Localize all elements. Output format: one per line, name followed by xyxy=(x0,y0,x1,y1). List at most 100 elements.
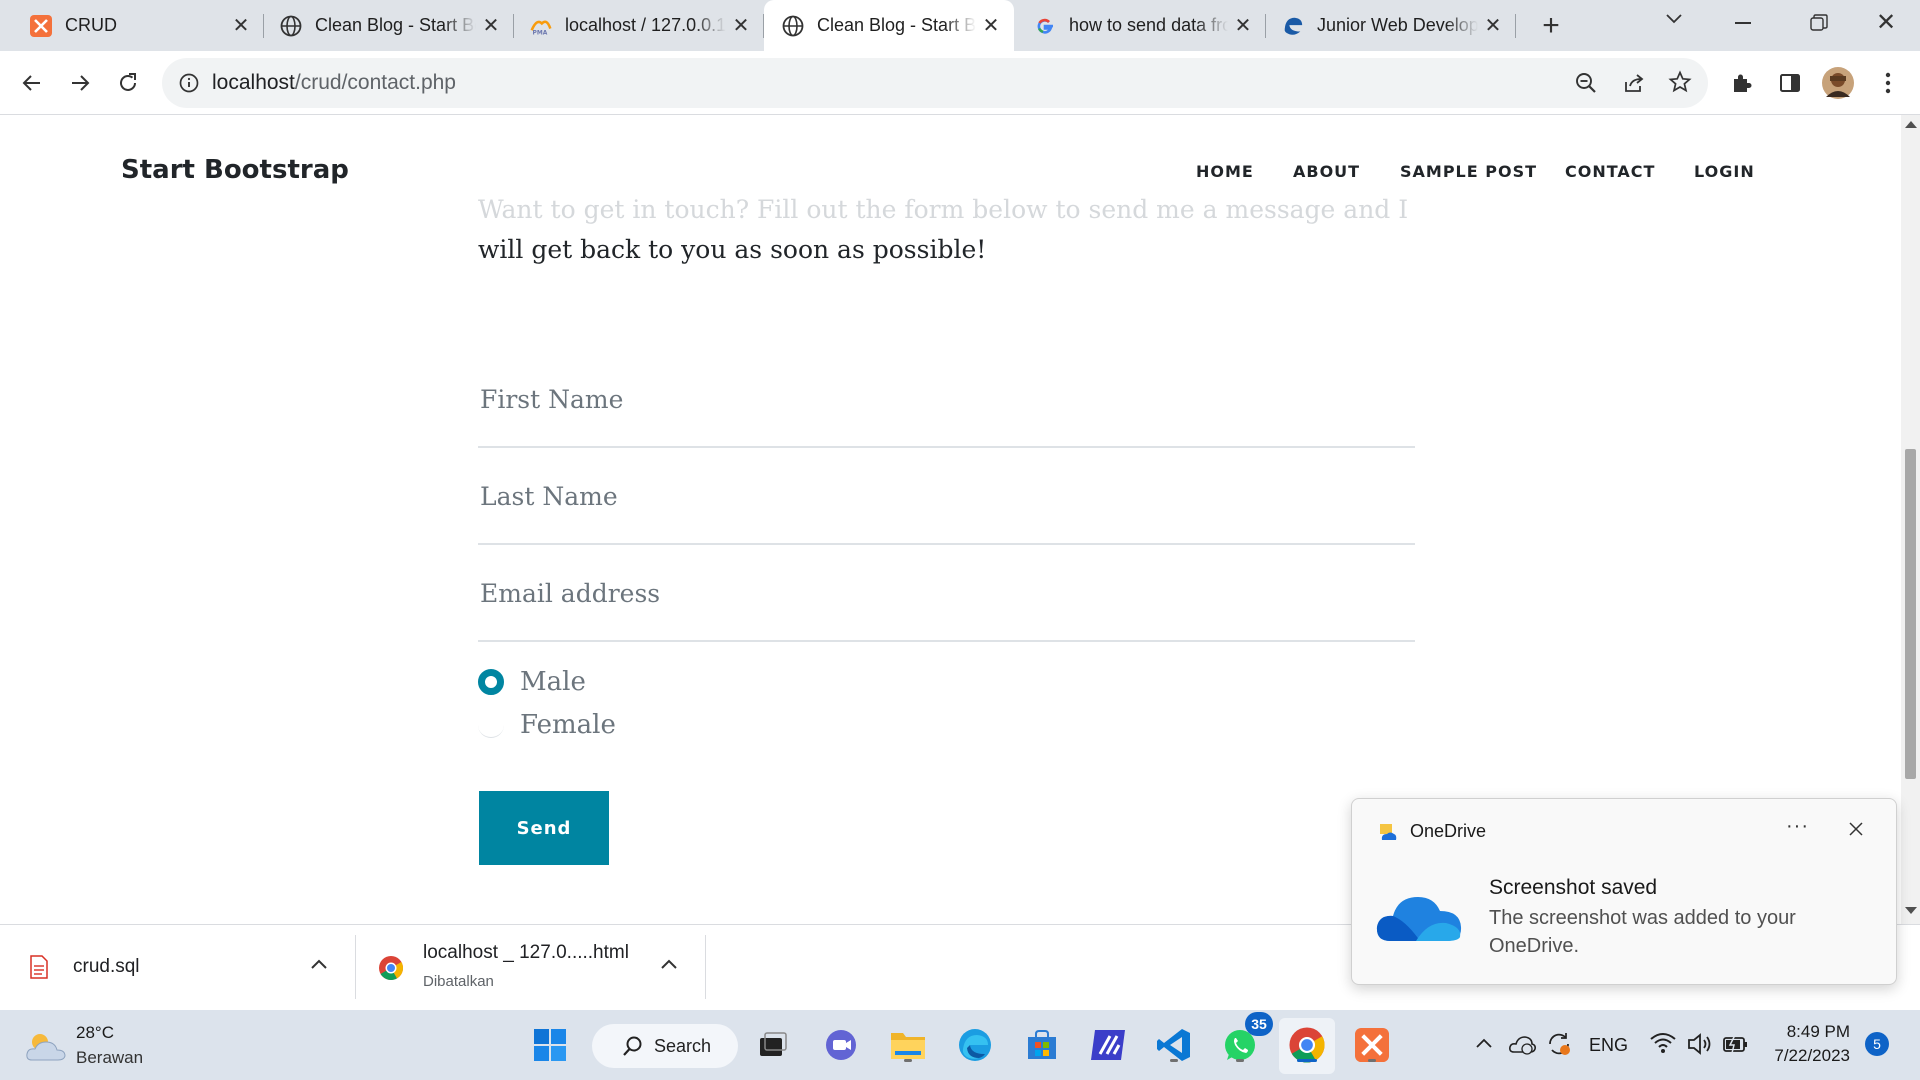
close-tab-icon[interactable]: ✕ xyxy=(1478,13,1508,38)
clock-date[interactable]: 7/22/2023 xyxy=(1760,1046,1850,1066)
restore-button[interactable] xyxy=(1810,14,1828,37)
scroll-down-icon[interactable] xyxy=(1905,907,1917,914)
microsoft-store-icon[interactable] xyxy=(1021,1024,1063,1066)
file-icon xyxy=(30,955,48,984)
scroll-up-icon[interactable] xyxy=(1905,121,1917,128)
vscode-icon[interactable] xyxy=(1153,1024,1195,1066)
download-item-crud-sql[interactable]: crud.sql xyxy=(0,925,355,1011)
running-indicator xyxy=(1236,1059,1244,1062)
email-field[interactable] xyxy=(478,546,1415,642)
page-scrollbar[interactable] xyxy=(1901,115,1920,924)
tab-phpmyadmin[interactable]: PMA localhost / 127.0.0.1 ✕ xyxy=(514,0,764,51)
taskbar-search-box[interactable]: Search xyxy=(592,1024,738,1068)
tab-title: Junior Web Developer xyxy=(1317,15,1478,35)
profile-avatar[interactable] xyxy=(1818,63,1858,103)
battery-icon[interactable] xyxy=(1722,1033,1750,1060)
female-label: Female xyxy=(520,710,616,740)
notification-center-badge[interactable]: 5 xyxy=(1865,1032,1889,1056)
tab-clean-blog-1[interactable]: Clean Blog - Start Bootstrap ✕ xyxy=(264,0,514,51)
search-label: Search xyxy=(654,1035,712,1056)
download-status: Dibatalkan xyxy=(423,973,494,990)
chevron-up-icon[interactable] xyxy=(660,954,678,977)
chrome-icon xyxy=(378,955,404,986)
new-tab-button[interactable]: + xyxy=(1534,9,1568,43)
toast-app-name: OneDrive xyxy=(1410,821,1487,841)
email-input[interactable] xyxy=(478,546,1415,640)
show-hidden-icons-chevron-icon[interactable] xyxy=(1474,1036,1494,1055)
male-label: Male xyxy=(520,667,586,697)
extensions-puzzle-icon[interactable] xyxy=(1722,63,1762,103)
close-tab-icon[interactable]: ✕ xyxy=(726,13,756,38)
bookmark-star-icon[interactable] xyxy=(1668,70,1692,99)
onedrive-notification[interactable]: OneDrive ··· Screenshot saved The screen… xyxy=(1351,798,1897,985)
nav-sample-post[interactable]: SAMPLE POST xyxy=(1400,162,1537,181)
phpmyadmin-icon: PMA xyxy=(530,15,552,37)
close-tab-icon[interactable]: ✕ xyxy=(976,13,1006,38)
nav-home[interactable]: HOME xyxy=(1196,162,1254,181)
scrollbar-thumb[interactable] xyxy=(1905,449,1916,779)
wifi-icon[interactable] xyxy=(1650,1032,1676,1059)
url-path: /crud/contact.php xyxy=(294,71,456,94)
download-item-localhost-html[interactable]: localhost _ 127.0.....html Dibatalkan xyxy=(356,925,705,1011)
running-indicator xyxy=(1297,1059,1317,1062)
close-tab-icon[interactable]: ✕ xyxy=(476,13,506,38)
send-button[interactable]: Send xyxy=(479,791,609,865)
tab-title: CRUD xyxy=(65,15,117,35)
zoom-icon[interactable] xyxy=(1574,71,1598,100)
weather-cloud-icon[interactable] xyxy=(26,1030,66,1067)
gender-option-male[interactable]: Male xyxy=(478,667,586,697)
close-icon[interactable] xyxy=(1848,821,1864,842)
tab-title: Clean Blog - Start Bootstrap xyxy=(817,15,976,35)
visual-studio-app-icon[interactable] xyxy=(1088,1024,1130,1066)
tab-title: localhost / 127.0.0.1 xyxy=(565,15,726,35)
download-filename: crud.sql xyxy=(73,956,140,977)
nav-contact[interactable]: CONTACT xyxy=(1565,162,1655,181)
onedrive-tray-icon[interactable] xyxy=(1508,1032,1536,1061)
close-window-button[interactable]: ✕ xyxy=(1876,8,1896,37)
url-text: localhost/crud/contact.php xyxy=(212,71,456,95)
nav-login[interactable]: LOGIN xyxy=(1694,162,1755,181)
close-tab-icon[interactable]: ✕ xyxy=(226,13,256,38)
tab-junior-web-developer[interactable]: Junior Web Developer ✕ xyxy=(1266,0,1516,51)
gender-option-female[interactable]: Female xyxy=(478,710,616,740)
tab-clean-blog-active[interactable]: Clean Blog - Start Bootstrap ✕ xyxy=(764,0,1014,51)
reload-button[interactable] xyxy=(108,63,148,103)
side-panel-icon[interactable] xyxy=(1770,63,1810,103)
search-icon xyxy=(623,1036,642,1056)
chrome-taskbar-icon[interactable] xyxy=(1286,1024,1328,1066)
first-name-field[interactable] xyxy=(478,352,1415,448)
clock-time[interactable]: 8:49 PM xyxy=(1770,1022,1850,1042)
last-name-input[interactable] xyxy=(478,449,1415,543)
sync-tray-icon[interactable] xyxy=(1545,1030,1573,1063)
browser-menu-icon[interactable] xyxy=(1868,63,1908,103)
file-explorer-icon[interactable] xyxy=(887,1024,929,1066)
edge-icon[interactable] xyxy=(954,1024,996,1066)
male-radio[interactable] xyxy=(478,669,504,695)
tab-crud[interactable]: CRUD ✕ xyxy=(0,0,264,51)
chevron-up-icon[interactable] xyxy=(310,954,328,977)
task-view-icon[interactable] xyxy=(752,1024,794,1066)
first-name-input[interactable] xyxy=(478,352,1415,446)
female-radio[interactable] xyxy=(478,712,504,738)
volume-icon[interactable] xyxy=(1686,1032,1714,1061)
more-options-icon[interactable]: ··· xyxy=(1786,815,1809,838)
language-indicator[interactable]: ENG xyxy=(1589,1035,1628,1056)
minimize-button[interactable] xyxy=(1735,22,1751,24)
forward-button[interactable] xyxy=(60,63,100,103)
teams-chat-icon[interactable] xyxy=(820,1024,862,1066)
share-icon[interactable] xyxy=(1622,71,1646,100)
toast-body: The screenshot was added to your OneDriv… xyxy=(1489,907,1796,957)
close-tab-icon[interactable]: ✕ xyxy=(1228,13,1258,38)
tab-search-chevron-icon[interactable] xyxy=(1664,10,1684,31)
weather-desc: Berawan xyxy=(76,1048,144,1067)
start-button[interactable] xyxy=(529,1024,571,1066)
xampp-taskbar-icon[interactable] xyxy=(1351,1024,1393,1066)
whatsapp-icon[interactable]: 35 xyxy=(1219,1012,1273,1066)
nav-about[interactable]: ABOUT xyxy=(1293,162,1360,181)
site-info-icon[interactable] xyxy=(178,72,200,99)
last-name-field[interactable] xyxy=(478,449,1415,545)
tab-google-search[interactable]: how to send data from ✕ xyxy=(1014,0,1266,51)
brand-logo[interactable]: Start Bootstrap xyxy=(121,155,349,185)
address-bar[interactable]: localhost/crud/contact.php xyxy=(162,58,1708,108)
back-button[interactable] xyxy=(12,63,52,103)
